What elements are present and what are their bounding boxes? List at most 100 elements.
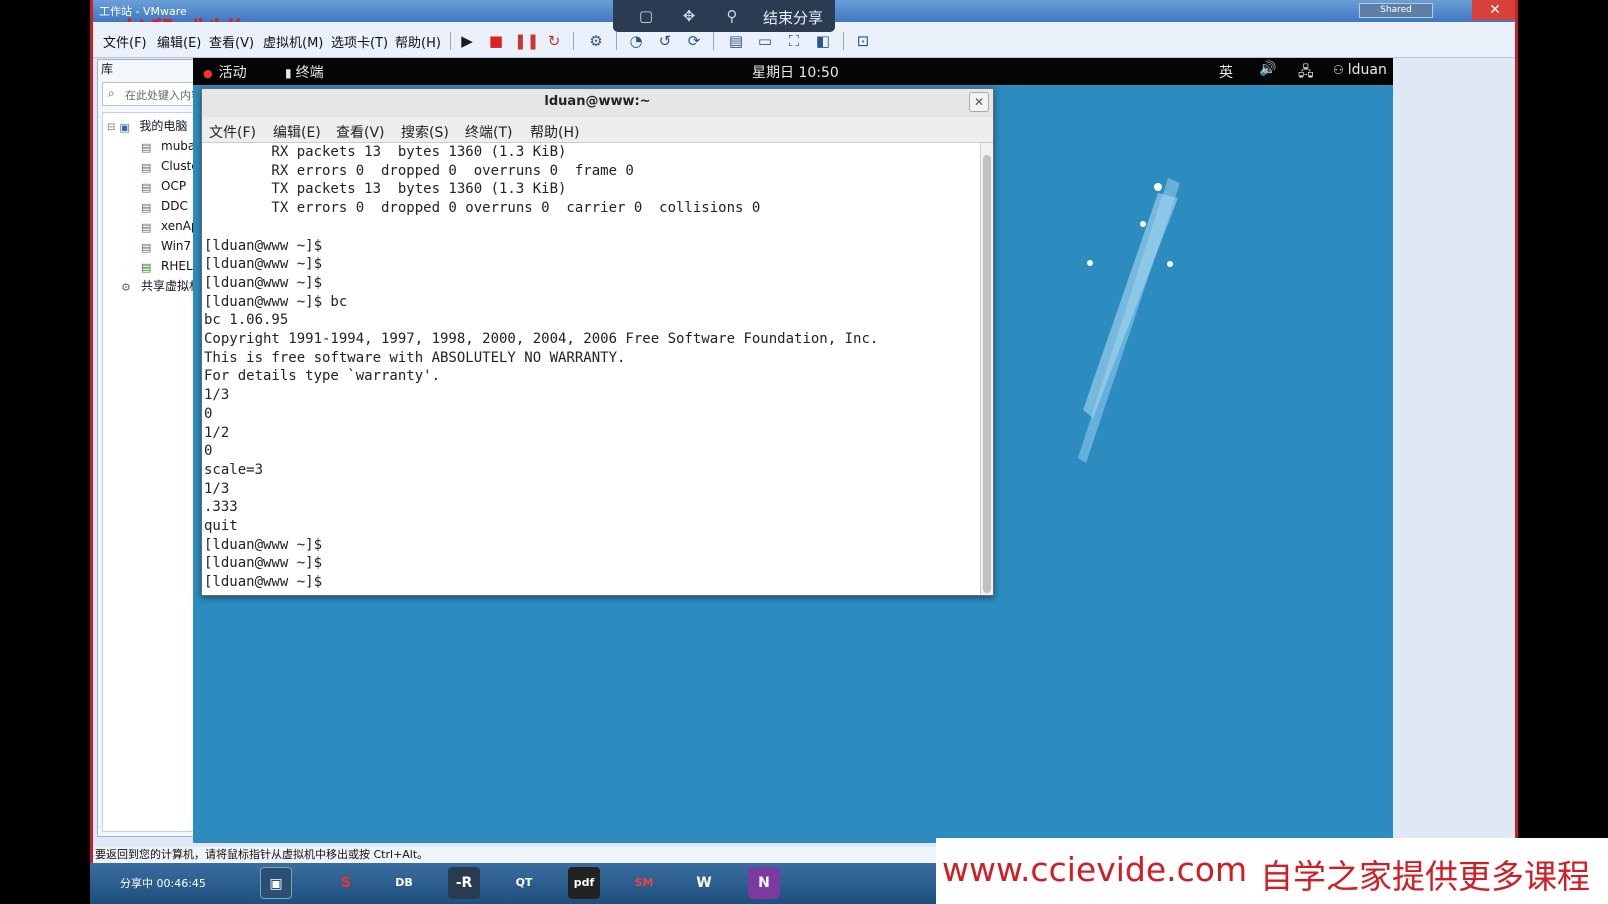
terminal-line: bc 1.06.95 bbox=[204, 312, 289, 329]
clock[interactable]: 星期日 10:50 bbox=[752, 62, 839, 82]
console-view-icon[interactable]: ▭ bbox=[754, 30, 776, 52]
terminal-line: 0 bbox=[204, 405, 213, 422]
taskbar-app-db[interactable]: DB bbox=[388, 867, 420, 899]
vm-icon: ▤ bbox=[141, 161, 152, 174]
tree-item-shared-vms[interactable]: ⚙ 共享虚拟机 bbox=[121, 277, 201, 295]
snapshot-icon[interactable]: ◔ bbox=[625, 30, 647, 52]
taskbar-app-vmware[interactable]: ▣ bbox=[260, 867, 292, 899]
app-menu-label: 终端 bbox=[295, 65, 324, 81]
tree-label: Win7 bbox=[161, 239, 192, 253]
terminal-output[interactable]: RX packets 13 bytes 1360 (1.3 KiB) RX er… bbox=[202, 143, 980, 595]
menu-vm[interactable]: 虚拟机(M) bbox=[263, 32, 323, 51]
user-icon: ⚇ bbox=[1333, 63, 1344, 77]
terminal-scrollbar[interactable] bbox=[980, 143, 993, 595]
pin-icon[interactable]: ⚲ bbox=[723, 7, 741, 25]
terminal-title: lduan@www:~ bbox=[544, 94, 651, 109]
site-url: www.ccievide.com bbox=[942, 850, 1248, 889]
user-name: lduan bbox=[1347, 62, 1387, 78]
terminal-line: 1/3 bbox=[204, 480, 230, 497]
terminal-menu-help[interactable]: 帮助(H) bbox=[530, 122, 579, 142]
app-menu-terminal[interactable]: ▮ 终端 bbox=[285, 62, 324, 82]
vm-icon: ▤ bbox=[141, 201, 152, 214]
user-menu[interactable]: ⚇ lduan bbox=[1333, 62, 1387, 78]
taskbar-app-sm[interactable]: SM bbox=[628, 867, 660, 899]
taskbar-app-onenote[interactable]: N bbox=[748, 867, 780, 899]
move-icon[interactable]: ✥ bbox=[680, 7, 698, 25]
terminal-line: [lduan@www ~]$ bbox=[204, 256, 323, 273]
menu-view[interactable]: 查看(V) bbox=[209, 32, 254, 51]
end-share-button[interactable]: 结束分享 bbox=[763, 7, 823, 28]
terminal-line: This is free software with ABSOLUTELY NO… bbox=[204, 349, 626, 366]
terminal-line: quit bbox=[204, 518, 238, 535]
terminal-menu-terminal[interactable]: 终端(T) bbox=[465, 122, 512, 142]
menu-help[interactable]: 帮助(H) bbox=[395, 32, 441, 51]
tree-label: 我的电脑 bbox=[139, 119, 188, 133]
tree-item-vm[interactable]: ▤ Win7 bbox=[141, 237, 191, 255]
share-status: 分享中 00:46:45 bbox=[120, 877, 206, 890]
taskbar-app-qt[interactable]: QT bbox=[508, 867, 540, 899]
menu-edit[interactable]: 编辑(E) bbox=[157, 32, 201, 51]
terminal-line: [lduan@www ~]$ bbox=[204, 237, 323, 254]
power-on-icon[interactable]: ▶ bbox=[456, 30, 478, 52]
terminal-close-button[interactable]: ✕ bbox=[969, 92, 989, 112]
activities-button[interactable]: ● 活动 bbox=[203, 62, 247, 82]
gnome-top-bar: ● 活动 ▮ 终端 星期日 10:50 英 🔊 🖧 ⚇ lduan bbox=[193, 58, 1393, 85]
network-icon[interactable]: 🖧 bbox=[1298, 61, 1314, 85]
window-border bbox=[1515, 0, 1518, 904]
site-slogan: 自学之家提供更多课程 bbox=[1260, 857, 1590, 896]
unity-icon[interactable]: ◧ bbox=[812, 30, 834, 52]
tree-item-vm[interactable]: ▤ DDC bbox=[141, 197, 188, 215]
terminal-menu-edit[interactable]: 编辑(E) bbox=[273, 122, 321, 142]
terminal-line: For details type `warranty'. bbox=[204, 368, 441, 385]
tree-item-my-computer[interactable]: ⊟ ▣ 我的电脑 bbox=[107, 117, 187, 135]
terminal-menu-file[interactable]: 文件(F) bbox=[209, 122, 256, 142]
input-language[interactable]: 英 bbox=[1219, 62, 1233, 82]
volume-icon[interactable]: 🔊 bbox=[1259, 61, 1276, 77]
close-button[interactable]: ✕ bbox=[1472, 0, 1518, 20]
terminal-menu-bar: 文件(F) 编辑(E) 查看(V) 搜索(S) 终端(T) 帮助(H) bbox=[202, 117, 993, 143]
restart-icon[interactable]: ↻ bbox=[543, 30, 565, 52]
snapshot-manager-icon[interactable]: ⟳ bbox=[683, 30, 705, 52]
terminal-line: [lduan@www ~]$ bbox=[204, 555, 323, 572]
tree-label: 共享虚拟机 bbox=[141, 279, 202, 293]
select-region-icon[interactable]: ▢ bbox=[637, 7, 655, 25]
pause-icon[interactable]: ❚❚ bbox=[514, 30, 539, 52]
search-icon: ⌕ bbox=[108, 86, 115, 100]
tree-label: OCP bbox=[161, 179, 187, 193]
revert-snapshot-icon[interactable]: ↺ bbox=[654, 30, 676, 52]
site-banner: www.ccievide.com 自学之家提供更多课程 bbox=[936, 838, 1608, 904]
screen-share-bar: ▢ ✥ ⚲ 结束分享 bbox=[613, 0, 835, 32]
terminal-line: [lduan@www ~]$ bbox=[204, 274, 323, 291]
terminal-line: 1/3 bbox=[204, 387, 230, 404]
terminal-menu-view[interactable]: 查看(V) bbox=[336, 122, 385, 142]
terminal-window[interactable]: lduan@www:~ ✕ 文件(F) 编辑(E) 查看(V) 搜索(S) 终端… bbox=[201, 88, 994, 596]
toolbar-separator bbox=[573, 32, 574, 50]
scrollbar-thumb[interactable] bbox=[983, 155, 991, 593]
network-icon[interactable]: ⚙ bbox=[585, 30, 607, 52]
taskbar-app-w[interactable]: W bbox=[688, 867, 720, 899]
fullscreen-icon[interactable]: ⛶ bbox=[783, 30, 805, 52]
guest-desktop[interactable]: ● 活动 ▮ 终端 星期日 10:50 英 🔊 🖧 ⚇ lduan lduan@www… bbox=[193, 58, 1393, 843]
terminal-menu-search[interactable]: 搜索(S) bbox=[401, 122, 449, 142]
stop-icon[interactable]: ■ bbox=[485, 30, 507, 52]
user-button[interactable]: Shared bbox=[1359, 3, 1433, 18]
terminal-line: TX packets 13 bytes 1360 (1.3 KiB) bbox=[204, 181, 567, 198]
terminal-line: [lduan@www ~]$ bc bbox=[204, 293, 348, 310]
collapse-icon[interactable]: ⊟ bbox=[107, 122, 115, 133]
menu-tabs[interactable]: 选项卡(T) bbox=[331, 32, 388, 51]
toolbar-separator bbox=[843, 32, 844, 50]
menu-file[interactable]: 文件(F) bbox=[103, 32, 147, 51]
vm-icon: ▤ bbox=[141, 141, 152, 154]
library-title: 库 bbox=[101, 62, 114, 76]
sidebar-toggle-icon[interactable]: ▤ bbox=[725, 30, 747, 52]
stretch-icon[interactable]: ⊡ bbox=[852, 30, 874, 52]
taskbar-app-s[interactable]: S bbox=[330, 867, 362, 899]
tree-item-vm[interactable]: ▤ RHEL7 bbox=[141, 257, 200, 275]
taskbar-app-pdf[interactable]: pdf bbox=[568, 867, 600, 899]
terminal-line: 0 bbox=[204, 443, 213, 460]
tree-item-vm[interactable]: ▤ OCP bbox=[141, 177, 186, 195]
terminal-line: [lduan@www ~]$ bbox=[204, 536, 323, 553]
terminal-title-bar: lduan@www:~ ✕ bbox=[202, 89, 993, 117]
taskbar-app-r[interactable]: -R bbox=[448, 867, 480, 899]
